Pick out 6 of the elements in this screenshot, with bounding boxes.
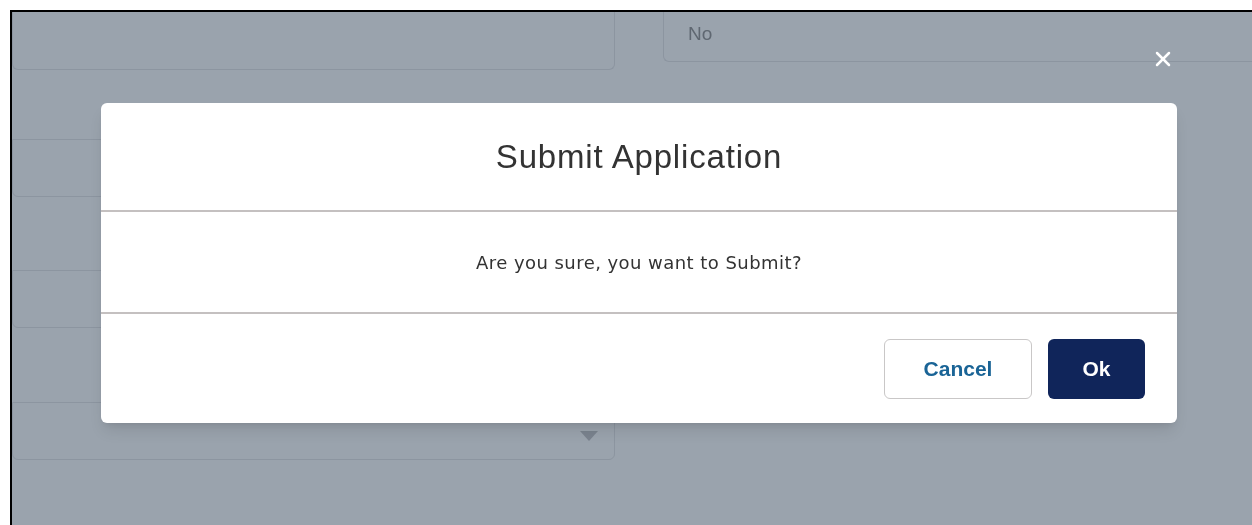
dialog-title: Submit Application	[495, 136, 783, 177]
dialog-message: Are you sure, you want to Submit?	[476, 250, 802, 275]
dropdown-caret-icon	[580, 431, 598, 441]
ok-button[interactable]: Ok	[1048, 338, 1145, 399]
cancel-button[interactable]: Cancel	[884, 338, 1032, 399]
field-value: No	[688, 23, 713, 44]
